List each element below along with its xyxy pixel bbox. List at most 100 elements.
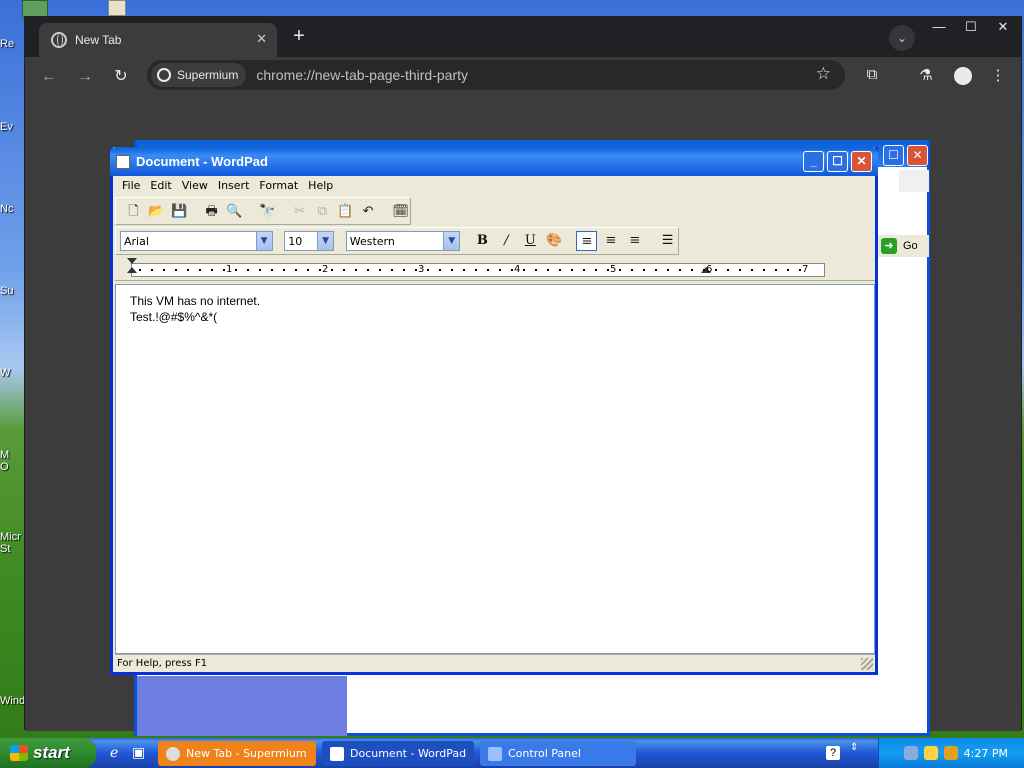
go-button[interactable]: ➜ Go <box>877 235 929 257</box>
paste-icon[interactable]: 📋 <box>336 201 355 221</box>
kebab-icon[interactable]: ⋮ <box>987 66 1009 84</box>
ruler-tick <box>571 269 573 271</box>
maximize-button[interactable]: ☐ <box>883 145 904 166</box>
date-time-icon[interactable]: 🗓 <box>391 201 410 221</box>
save-icon[interactable]: 💾 <box>170 201 189 221</box>
ruler-tick <box>667 269 669 271</box>
person-icon[interactable] <box>954 67 972 85</box>
print-preview-icon[interactable]: 🔍 <box>225 201 244 221</box>
ruler-number: 5 <box>610 264 617 275</box>
cut-icon[interactable]: ✂ <box>290 201 309 221</box>
chevron-down-icon[interactable]: ▼ <box>443 232 460 250</box>
desktop-icon-document[interactable] <box>108 0 126 16</box>
arrow-right-icon[interactable]: → <box>73 65 97 89</box>
menu-help[interactable]: Help <box>303 179 338 192</box>
ruler[interactable]: 1 2 3 4 5 6 7 <box>115 257 875 281</box>
ruler-tick <box>607 269 609 271</box>
supermium-icon <box>166 746 180 761</box>
clock[interactable]: 4:27 PM <box>964 747 1008 760</box>
copy-icon[interactable]: ⧉ <box>313 201 332 221</box>
start-button[interactable]: start <box>0 738 96 768</box>
puzzle-icon[interactable]: ⧉ <box>861 66 883 83</box>
print-icon[interactable]: 🖶 <box>202 201 221 221</box>
wordpad-window: Document - WordPad _ ☐ ✕ File Edit View … <box>110 147 878 675</box>
first-indent-marker[interactable] <box>127 258 137 264</box>
underline-icon[interactable]: U <box>520 231 541 251</box>
desktop-label-5[interactable]: W <box>0 367 24 379</box>
arrow-left-icon[interactable]: ← <box>37 65 61 89</box>
align-left-icon[interactable]: ≡ <box>576 231 598 251</box>
reload-icon[interactable]: ↻ <box>109 65 133 89</box>
menu-insert[interactable]: Insert <box>213 179 255 192</box>
bullets-icon[interactable]: ☰ <box>657 231 678 251</box>
align-center-icon[interactable]: ≡ <box>600 231 621 251</box>
ie-icon[interactable]: ℯ <box>110 744 118 761</box>
desktop-label-7[interactable]: Micr St <box>0 531 24 555</box>
desktop-label-2[interactable]: Ev <box>0 121 24 133</box>
url-text[interactable]: chrome://new-tab-page-third-party <box>256 67 468 83</box>
close-button[interactable]: ✕ <box>987 17 1019 39</box>
ruler-tick <box>775 269 777 271</box>
help-icon[interactable]: ? <box>826 746 840 760</box>
close-button[interactable]: ✕ <box>907 145 928 166</box>
undo-icon[interactable]: ↶ <box>359 201 378 221</box>
desktop-label-3[interactable]: Nc <box>0 203 24 215</box>
maximize-button[interactable]: ☐ <box>827 151 848 172</box>
menu-format[interactable]: Format <box>254 179 303 192</box>
font-select[interactable]: Arial ▼ <box>120 231 273 251</box>
close-button[interactable]: ✕ <box>851 151 872 172</box>
ruler-tick <box>319 269 321 271</box>
menu-view[interactable]: View <box>177 179 213 192</box>
task-new-tab-supermium[interactable]: New Tab - Supermium <box>158 741 316 766</box>
chevron-down-icon[interactable]: ▼ <box>255 232 272 250</box>
document-line: This VM has no internet. <box>130 294 261 308</box>
color-icon[interactable]: 🎨 <box>544 231 565 251</box>
desktop-label-4[interactable]: Su <box>0 285 24 297</box>
site-chip[interactable]: Supermium <box>151 63 247 87</box>
tab-new-tab[interactable]: New Tab ✕ <box>39 23 277 57</box>
desktop-label-1[interactable]: Re <box>0 38 24 50</box>
flask-icon[interactable]: ⚗ <box>915 66 937 84</box>
open-icon[interactable]: 📂 <box>147 201 166 221</box>
desktop-label-8[interactable]: Wind <box>0 695 24 707</box>
ruler-tick <box>799 269 801 271</box>
chevron-down-icon[interactable]: ▼ <box>317 232 334 250</box>
address-bar[interactable]: Supermium chrome://new-tab-page-third-pa… <box>147 60 845 90</box>
wordpad-titlebar[interactable]: Document - WordPad _ ☐ ✕ <box>110 147 878 176</box>
italic-icon[interactable]: / <box>496 231 517 251</box>
ruler-tick <box>247 269 249 271</box>
resize-grip[interactable] <box>861 658 873 670</box>
security-icon[interactable] <box>923 746 938 760</box>
task-document-wordpad[interactable]: Document - WordPad <box>322 741 474 766</box>
task-control-panel[interactable]: Control Panel <box>480 741 636 766</box>
bold-icon[interactable]: B <box>472 231 493 251</box>
scroll-tray-icon[interactable]: ⇕ <box>850 742 858 753</box>
format-bar: Arial ▼ 10 ▼ Western ▼ B / U 🎨 ≡ ≡ ≡ ☰ <box>115 227 679 255</box>
script-select[interactable]: Western ▼ <box>345 231 461 251</box>
ruler-tick <box>139 269 141 271</box>
ruler-tick <box>367 269 369 271</box>
ruler-tick <box>547 269 549 271</box>
document-area[interactable]: This VM has no internet. Test.!@#$%^&*( <box>115 284 875 654</box>
align-right-icon[interactable]: ≡ <box>624 231 645 251</box>
minimize-button[interactable]: — <box>923 17 955 39</box>
chevron-down-icon[interactable]: ⌄ <box>889 25 915 51</box>
show-desktop-icon[interactable]: ▣ <box>132 744 145 761</box>
left-indent-marker[interactable] <box>127 267 137 273</box>
star-icon[interactable]: ☆ <box>816 64 831 84</box>
windows-logo-icon <box>10 745 28 761</box>
maximize-button[interactable]: ☐ <box>955 17 987 39</box>
network-icon[interactable] <box>903 746 918 760</box>
menu-edit[interactable]: Edit <box>145 179 176 192</box>
font-size-select[interactable]: 10 ▼ <box>284 231 335 251</box>
new-tab-button[interactable]: + <box>287 25 311 48</box>
minimize-button[interactable]: _ <box>803 151 824 172</box>
menu-file[interactable]: File <box>117 179 145 192</box>
find-icon[interactable]: 🔭 <box>258 201 277 221</box>
search-icon[interactable] <box>943 746 958 760</box>
ruler-tick <box>703 269 705 271</box>
ruler-tick <box>463 269 465 271</box>
close-tab-icon[interactable]: ✕ <box>256 31 267 47</box>
desktop-label-6[interactable]: M O <box>0 449 24 473</box>
new-icon[interactable]: 🗋 <box>124 201 143 221</box>
